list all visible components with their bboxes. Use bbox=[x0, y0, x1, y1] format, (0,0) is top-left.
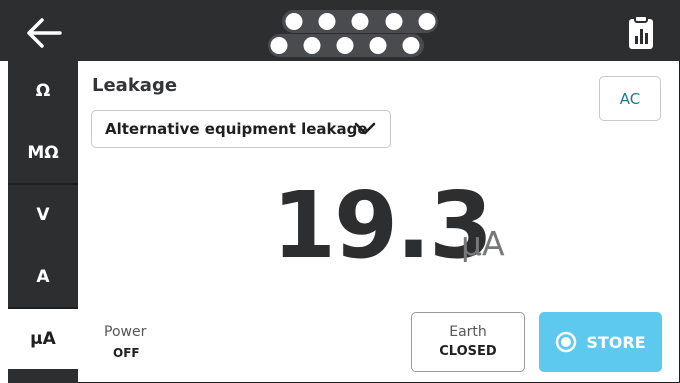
sidebar-item-ohm[interactable]: Ω bbox=[8, 61, 78, 121]
chevron-down-icon bbox=[354, 122, 376, 135]
connector-pins-icon bbox=[268, 10, 438, 57]
sidebar-item-megaohm[interactable]: MΩ bbox=[8, 123, 78, 183]
reading-value: 19.3 bbox=[272, 172, 493, 279]
test-type-dropdown[interactable]: Alternative equipment leakage bbox=[91, 110, 391, 148]
sidebar-item-volt[interactable]: V bbox=[8, 185, 78, 245]
measurement-sidebar: Ω MΩ V A µA bbox=[8, 61, 78, 383]
back-button[interactable] bbox=[24, 14, 72, 52]
ac-dc-toggle-button[interactable]: AC bbox=[599, 76, 661, 121]
power-status: OFF bbox=[113, 346, 140, 360]
left-edge bbox=[0, 61, 8, 383]
earth-toggle-button[interactable]: Earth CLOSED bbox=[411, 312, 525, 372]
store-label: STORE bbox=[586, 332, 646, 352]
report-button[interactable] bbox=[625, 14, 657, 52]
arrow-left-icon bbox=[27, 18, 62, 48]
dropdown-value: Alternative equipment leakage bbox=[105, 120, 368, 138]
sidebar-item-amp[interactable]: A bbox=[8, 247, 78, 307]
store-button[interactable]: STORE bbox=[539, 312, 662, 372]
sidebar-item-microamp[interactable]: µA bbox=[8, 309, 78, 369]
earth-label: Earth bbox=[449, 324, 487, 340]
page-title: Leakage bbox=[92, 75, 178, 96]
connector-status bbox=[268, 10, 440, 58]
power-label: Power bbox=[104, 324, 147, 340]
top-bar bbox=[0, 0, 680, 61]
earth-status: CLOSED bbox=[439, 344, 497, 359]
clipboard-chart-icon bbox=[629, 15, 653, 49]
record-icon bbox=[556, 331, 577, 353]
reading-unit: µA bbox=[461, 224, 505, 263]
